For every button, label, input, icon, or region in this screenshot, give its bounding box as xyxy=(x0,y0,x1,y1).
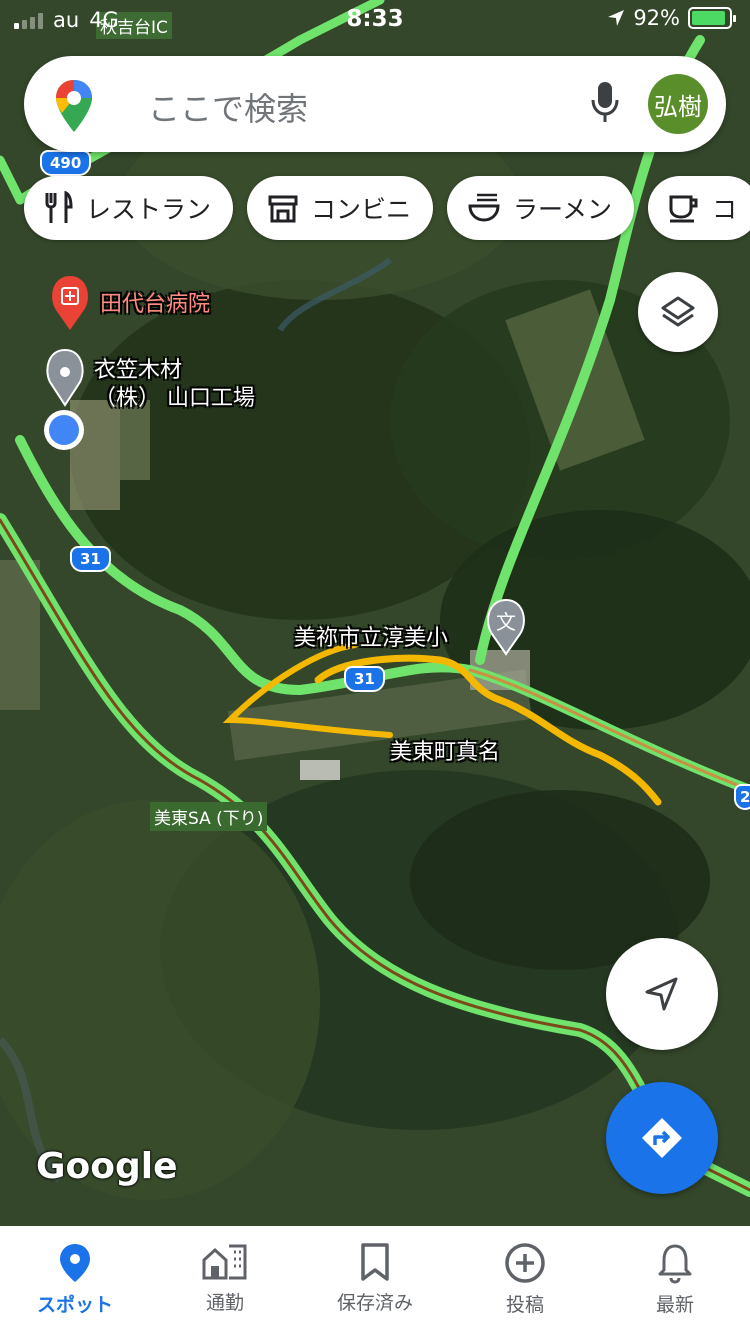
layers-button[interactable] xyxy=(638,272,718,352)
ramen-icon xyxy=(468,193,500,222)
chip-coffee[interactable]: コ xyxy=(648,176,750,240)
directions-button[interactable] xyxy=(606,1082,718,1194)
google-logo: Google xyxy=(36,1146,178,1187)
hospital-label[interactable]: 田代台病院 xyxy=(100,286,210,318)
chip-label: コンビニ xyxy=(311,195,412,224)
battery-percent: 92% xyxy=(633,6,680,30)
factory-label-line2[interactable]: （株） 山口工場 xyxy=(94,380,255,412)
microphone-icon[interactable] xyxy=(590,80,620,126)
service-area-label[interactable]: 美東SA (下り) xyxy=(150,802,268,831)
add-circle-icon xyxy=(505,1243,545,1283)
battery-icon xyxy=(688,7,736,29)
route-490-shield: 490 xyxy=(40,150,92,176)
bell-icon xyxy=(658,1244,692,1284)
search-bar[interactable]: ここで検索 弘樹 xyxy=(24,56,726,152)
chip-convenience-store[interactable]: コンビニ xyxy=(247,176,434,240)
navigation-arrow-icon xyxy=(645,977,678,1011)
tab-label: 保存済み xyxy=(336,1292,413,1314)
status-bar: au 4G 8:33 92% xyxy=(0,0,750,44)
tab-updates[interactable]: 最新 xyxy=(600,1226,750,1334)
avatar[interactable]: 弘樹 xyxy=(648,74,708,134)
my-location-button[interactable] xyxy=(606,938,718,1050)
route-edge-shield: 2 xyxy=(734,784,750,810)
chip-label: ラーメン xyxy=(513,195,613,224)
route-31-shield: 31 xyxy=(70,546,111,572)
chip-label: レストラン xyxy=(86,195,212,224)
route-31-shield: 31 xyxy=(344,666,385,692)
tab-label: 通勤 xyxy=(205,1292,244,1314)
chip-ramen[interactable]: ラーメン xyxy=(447,176,635,240)
tab-saved[interactable]: 保存済み xyxy=(300,1226,450,1334)
store-icon xyxy=(268,195,298,223)
coffee-icon xyxy=(669,195,698,223)
tab-explore[interactable]: スポット xyxy=(0,1226,150,1334)
tab-label: 投稿 xyxy=(505,1294,544,1316)
tab-label: 最新 xyxy=(655,1294,694,1316)
chip-restaurant[interactable]: レストラン xyxy=(24,176,234,240)
tab-contribute[interactable]: 投稿 xyxy=(450,1226,600,1334)
bottom-navigation: スポット 通勤 保存済み 投稿 最新 xyxy=(0,1226,750,1334)
layers-icon xyxy=(661,296,695,327)
tab-label: スポット xyxy=(36,1294,113,1316)
google-maps-logo-icon xyxy=(56,80,92,132)
tab-commute[interactable]: 通勤 xyxy=(150,1226,300,1334)
directions-icon xyxy=(642,1118,682,1158)
explore-pin-icon xyxy=(60,1244,90,1282)
town-label: 美東町真名 xyxy=(390,740,501,765)
chip-label: コ xyxy=(712,195,738,224)
commute-icon xyxy=(202,1244,247,1280)
school-icon: 文 xyxy=(496,610,516,634)
search-input[interactable]: ここで検索 xyxy=(148,84,308,130)
category-chips: レストラン コンビニ ラーメン コ xyxy=(24,176,750,240)
school-label[interactable]: 美祢市立淳美小 xyxy=(294,620,448,652)
location-arrow-icon xyxy=(608,10,625,26)
bookmark-icon xyxy=(361,1243,389,1281)
fork-knife-icon xyxy=(45,191,73,223)
